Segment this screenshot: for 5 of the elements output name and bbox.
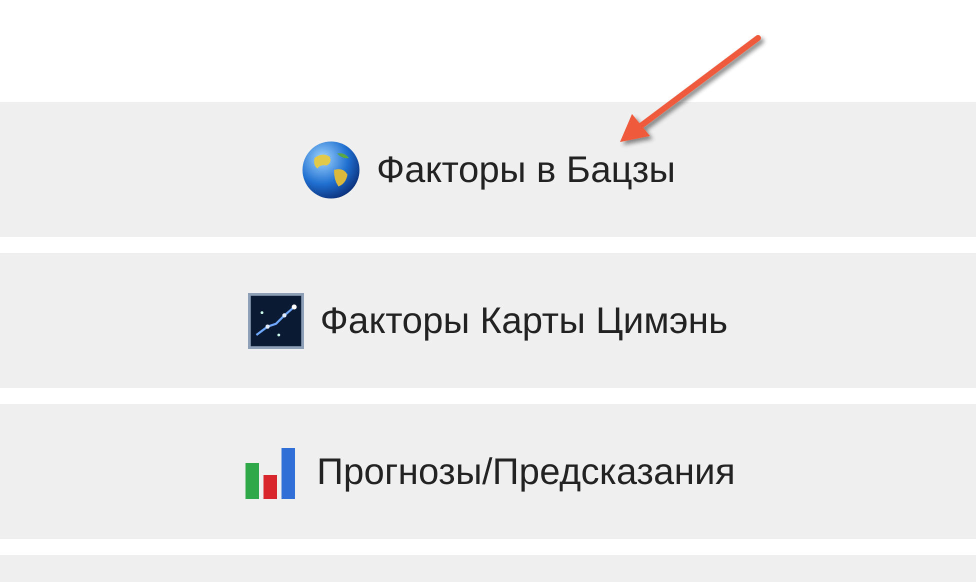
menu-item[interactable]: Прогнозы/Предсказания bbox=[0, 404, 976, 539]
night-sky-icon bbox=[248, 292, 304, 348]
globe-icon bbox=[300, 140, 360, 200]
menu-item[interactable]: Факторы в Бацзы bbox=[0, 102, 976, 237]
menu-item[interactable]: Факторы Карты Цимэнь bbox=[0, 253, 976, 388]
